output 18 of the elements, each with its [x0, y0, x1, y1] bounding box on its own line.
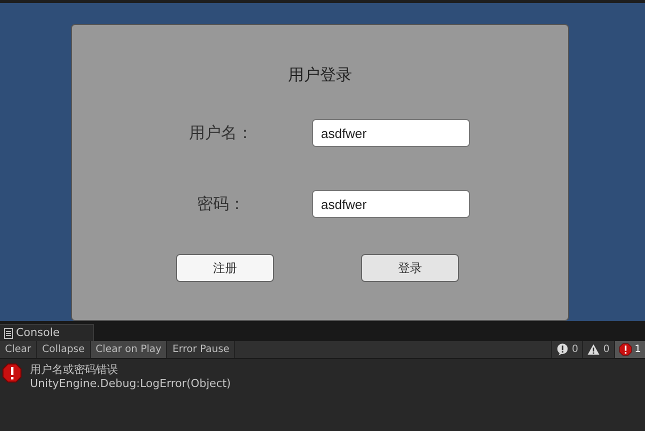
toolbar-button[interactable]: Clear on Play: [90, 341, 168, 358]
text-field[interactable]: asdfwer: [312, 190, 470, 218]
log-trace: UnityEngine.Debug:LogError(Object): [30, 377, 231, 391]
warning-icon: [587, 343, 600, 356]
login-title: 用户登录: [288, 64, 352, 86]
console-tab[interactable]: Console: [0, 324, 94, 341]
counter-button[interactable]: 1: [614, 341, 645, 358]
tab-label: Console: [16, 324, 60, 341]
text-field[interactable]: asdfwer: [312, 119, 470, 147]
field-label: 密码：: [196, 193, 246, 215]
info-icon: [556, 343, 569, 356]
field-label: 用户名：: [188, 122, 254, 144]
error-icon: [2, 363, 22, 383]
error-icon: [618, 343, 632, 356]
login-button[interactable]: 登录: [361, 254, 459, 282]
document-icon: [4, 328, 13, 338]
login-button[interactable]: 注册: [176, 254, 274, 282]
log-message: 用户名或密码错误: [30, 363, 119, 377]
